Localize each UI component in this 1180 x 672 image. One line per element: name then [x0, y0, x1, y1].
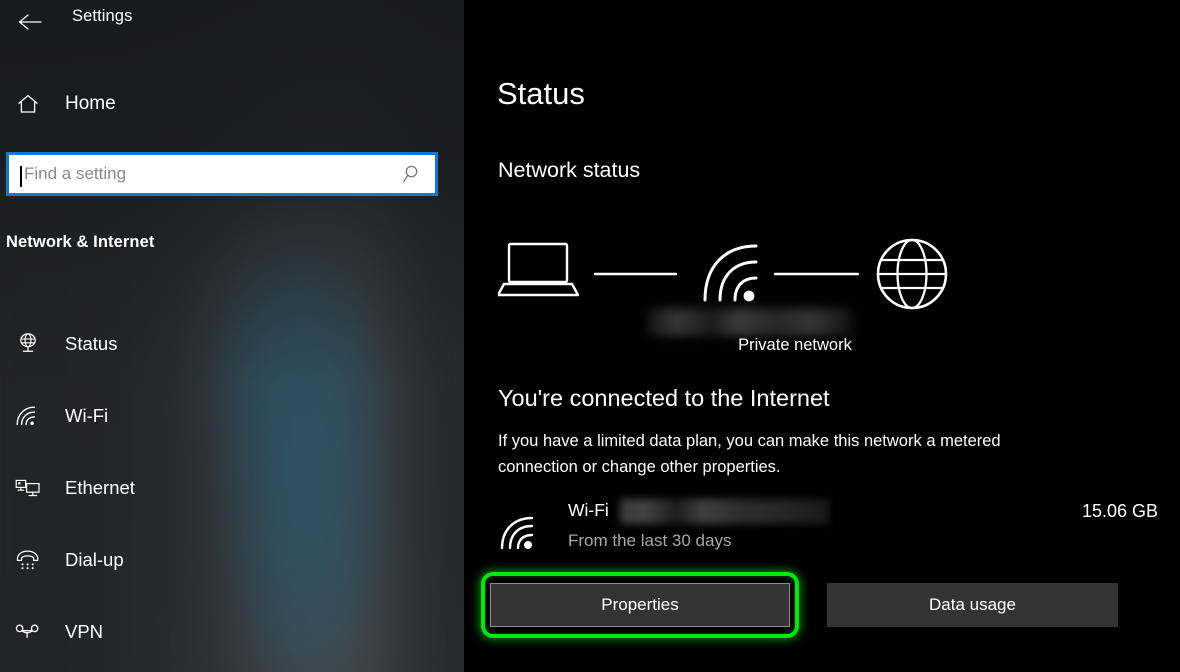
wifi-signal-icon — [703, 244, 758, 302]
wifi-signal-icon — [6, 404, 50, 428]
properties-button[interactable]: Properties — [490, 583, 790, 627]
redacted-network-name — [648, 308, 853, 336]
search-magnifier-icon[interactable] — [402, 163, 424, 185]
ethernet-monitors-icon — [6, 476, 50, 500]
sidebar-item-label: Status — [65, 333, 118, 354]
section-heading: Network & Internet — [6, 233, 155, 251]
dialup-phone-icon — [6, 548, 50, 572]
network-diagram — [496, 238, 1148, 336]
data-usage-summary: Wi-Fi From the last 30 days 15.06 GB — [498, 499, 1158, 564]
data-usage-button[interactable]: Data usage — [827, 583, 1118, 627]
sidebar-item-wifi[interactable]: Wi-Fi — [0, 380, 464, 452]
sidebar: Settings Home Find a setting Network & I… — [0, 0, 464, 672]
action-button-row: Properties Data usage — [481, 572, 1162, 638]
usage-adapter-label: Wi-Fi — [568, 500, 609, 520]
page-title: Status — [497, 76, 585, 111]
sidebar-item-label: Wi-Fi — [65, 405, 109, 426]
back-arrow-icon[interactable] — [8, 2, 52, 42]
sidebar-item-status[interactable]: Status — [0, 308, 464, 380]
globe-icon — [876, 238, 948, 310]
usage-amount-value: 15.06 GB — [1081, 501, 1158, 521]
sidebar-item-label: VPN — [65, 621, 104, 642]
connection-status-description: If you have a limited data plan, you can… — [498, 432, 1001, 476]
home-icon — [6, 92, 50, 116]
network-type-label: Private network — [738, 336, 852, 354]
globe-monitor-icon — [6, 331, 50, 357]
sidebar-nav-list: Status Wi-Fi Ethernet Dial-up VPN — [0, 308, 464, 668]
wifi-signal-icon — [498, 512, 546, 559]
text-cursor — [20, 166, 22, 187]
app-title: Settings — [72, 7, 133, 25]
laptop-icon — [496, 242, 580, 297]
search-box[interactable] — [6, 152, 438, 196]
vpn-knot-icon — [6, 621, 50, 643]
connection-status-title: You're connected to the Internet — [498, 385, 830, 411]
sidebar-item-ethernet[interactable]: Ethernet — [0, 452, 464, 524]
title-bar: Settings — [0, 0, 464, 48]
main-content: Status Network status Private network Yo… — [464, 0, 1180, 672]
sidebar-item-label: Dial-up — [65, 549, 124, 570]
sidebar-item-vpn[interactable]: VPN — [0, 596, 464, 668]
redacted-network-name — [620, 499, 829, 524]
usage-period-label: From the last 30 days — [568, 531, 732, 550]
network-status-heading: Network status — [498, 158, 641, 182]
sidebar-item-label: Ethernet — [65, 477, 135, 498]
sidebar-home-label: Home — [65, 93, 116, 114]
sidebar-item-dialup[interactable]: Dial-up — [0, 524, 464, 596]
sidebar-item-home[interactable]: Home — [0, 86, 440, 122]
search-input[interactable] — [9, 156, 394, 192]
settings-window: Settings Home Find a setting Network & I… — [0, 0, 1180, 672]
